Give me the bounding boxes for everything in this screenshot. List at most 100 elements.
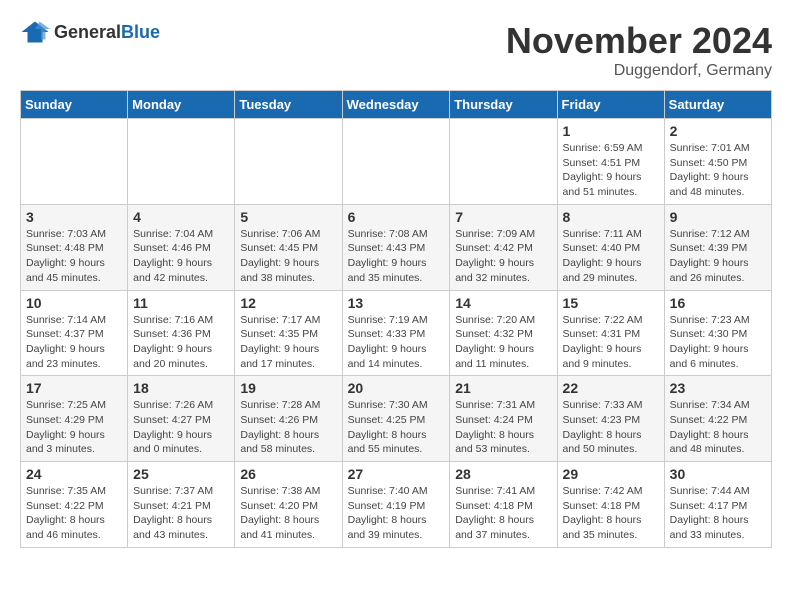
calendar-cell: 8 Sunrise: 7:11 AM Sunset: 4:40 PM Daylig… [557, 204, 664, 290]
day-number: 8 [563, 209, 659, 225]
day-number: 7 [455, 209, 551, 225]
calendar-cell: 24 Sunrise: 7:35 AM Sunset: 4:22 PM Dayli… [21, 462, 128, 548]
day-number: 30 [670, 466, 766, 482]
day-number: 28 [455, 466, 551, 482]
calendar-cell: 13 Sunrise: 7:19 AM Sunset: 4:33 PM Dayli… [342, 290, 450, 376]
day-number: 22 [563, 380, 659, 396]
day-number: 25 [133, 466, 229, 482]
calendar-cell: 10 Sunrise: 7:14 AM Sunset: 4:37 PM Dayli… [21, 290, 128, 376]
calendar-cell: 26 Sunrise: 7:38 AM Sunset: 4:20 PM Dayli… [235, 462, 342, 548]
day-info: Sunrise: 7:23 AM Sunset: 4:30 PM Dayligh… [670, 313, 766, 372]
column-header-sunday: Sunday [21, 91, 128, 119]
day-info: Sunrise: 7:37 AM Sunset: 4:21 PM Dayligh… [133, 484, 229, 543]
calendar-cell: 20Sunrise: 7:30 AM Sunset: 4:25 PM Dayli… [342, 376, 450, 462]
day-info: Sunrise: 7:19 AM Sunset: 4:33 PM Dayligh… [348, 313, 445, 372]
day-info: Sunrise: 7:40 AM Sunset: 4:19 PM Dayligh… [348, 484, 445, 543]
calendar-cell: 16 Sunrise: 7:23 AM Sunset: 4:30 PM Dayli… [664, 290, 771, 376]
day-info: Sunrise: 7:38 AM Sunset: 4:20 PM Dayligh… [240, 484, 336, 543]
calendar-week-5: 24 Sunrise: 7:35 AM Sunset: 4:22 PM Dayli… [21, 462, 772, 548]
day-info: Sunrise: 7:26 AM Sunset: 4:27 PM Dayligh… [133, 398, 229, 457]
title-block: November 2024 Duggendorf, Germany [506, 20, 772, 80]
calendar-week-3: 10 Sunrise: 7:14 AM Sunset: 4:37 PM Dayli… [21, 290, 772, 376]
calendar-week-4: 17 Sunrise: 7:25 AM Sunset: 4:29 PM Dayli… [21, 376, 772, 462]
calendar-cell: 6Sunrise: 7:08 AM Sunset: 4:43 PM Daylig… [342, 204, 450, 290]
day-number: 26 [240, 466, 336, 482]
logo-icon [20, 20, 50, 44]
logo: GeneralBlue [20, 20, 160, 44]
logo-blue: Blue [121, 22, 160, 42]
calendar-cell: 5 Sunrise: 7:06 AM Sunset: 4:45 PM Daylig… [235, 204, 342, 290]
calendar-cell [235, 119, 342, 205]
day-number: 18 [133, 380, 229, 396]
day-number: 20 [348, 380, 445, 396]
day-number: 14 [455, 295, 551, 311]
calendar-cell [342, 119, 450, 205]
logo-text: GeneralBlue [54, 22, 160, 43]
day-number: 17 [26, 380, 122, 396]
calendar-cell: 22 Sunrise: 7:33 AM Sunset: 4:23 PM Dayli… [557, 376, 664, 462]
calendar-cell [21, 119, 128, 205]
calendar-cell: 4Sunrise: 7:04 AM Sunset: 4:46 PM Daylig… [128, 204, 235, 290]
day-info: Sunrise: 7:09 AM Sunset: 4:42 PM Dayligh… [455, 227, 551, 286]
day-info: Sunrise: 7:04 AM Sunset: 4:46 PM Dayligh… [133, 227, 229, 286]
calendar-cell: 21 Sunrise: 7:31 AM Sunset: 4:24 PM Dayli… [450, 376, 557, 462]
calendar-cell: 3 Sunrise: 7:03 AM Sunset: 4:48 PM Daylig… [21, 204, 128, 290]
calendar-cell: 15 Sunrise: 7:22 AM Sunset: 4:31 PM Dayli… [557, 290, 664, 376]
calendar-cell: 18 Sunrise: 7:26 AM Sunset: 4:27 PM Dayli… [128, 376, 235, 462]
day-info: Sunrise: 7:14 AM Sunset: 4:37 PM Dayligh… [26, 313, 122, 372]
day-info: Sunrise: 7:03 AM Sunset: 4:48 PM Dayligh… [26, 227, 122, 286]
day-info: Sunrise: 7:22 AM Sunset: 4:31 PM Dayligh… [563, 313, 659, 372]
day-number: 2 [670, 123, 766, 139]
header-row: SundayMondayTuesdayWednesdayThursdayFrid… [21, 91, 772, 119]
calendar-cell [128, 119, 235, 205]
day-number: 21 [455, 380, 551, 396]
day-info: Sunrise: 7:41 AM Sunset: 4:18 PM Dayligh… [455, 484, 551, 543]
day-number: 10 [26, 295, 122, 311]
calendar-body: 1 Sunrise: 6:59 AM Sunset: 4:51 PM Daylig… [21, 119, 772, 548]
day-number: 27 [348, 466, 445, 482]
column-header-saturday: Saturday [664, 91, 771, 119]
calendar-cell: 19Sunrise: 7:28 AM Sunset: 4:26 PM Dayli… [235, 376, 342, 462]
calendar-cell: 12Sunrise: 7:17 AM Sunset: 4:35 PM Dayli… [235, 290, 342, 376]
day-info: Sunrise: 7:42 AM Sunset: 4:18 PM Dayligh… [563, 484, 659, 543]
day-info: Sunrise: 7:06 AM Sunset: 4:45 PM Dayligh… [240, 227, 336, 286]
day-info: Sunrise: 7:35 AM Sunset: 4:22 PM Dayligh… [26, 484, 122, 543]
calendar-week-2: 3 Sunrise: 7:03 AM Sunset: 4:48 PM Daylig… [21, 204, 772, 290]
day-number: 23 [670, 380, 766, 396]
day-info: Sunrise: 7:33 AM Sunset: 4:23 PM Dayligh… [563, 398, 659, 457]
column-header-wednesday: Wednesday [342, 91, 450, 119]
day-number: 13 [348, 295, 445, 311]
calendar-cell: 1 Sunrise: 6:59 AM Sunset: 4:51 PM Daylig… [557, 119, 664, 205]
day-info: Sunrise: 7:08 AM Sunset: 4:43 PM Dayligh… [348, 227, 445, 286]
day-number: 16 [670, 295, 766, 311]
column-header-friday: Friday [557, 91, 664, 119]
day-info: Sunrise: 7:31 AM Sunset: 4:24 PM Dayligh… [455, 398, 551, 457]
calendar-cell [450, 119, 557, 205]
day-number: 12 [240, 295, 336, 311]
calendar-cell: 14 Sunrise: 7:20 AM Sunset: 4:32 PM Dayli… [450, 290, 557, 376]
day-number: 1 [563, 123, 659, 139]
day-info: Sunrise: 7:25 AM Sunset: 4:29 PM Dayligh… [26, 398, 122, 457]
day-number: 5 [240, 209, 336, 225]
day-number: 15 [563, 295, 659, 311]
day-info: Sunrise: 7:28 AM Sunset: 4:26 PM Dayligh… [240, 398, 336, 457]
day-info: Sunrise: 7:16 AM Sunset: 4:36 PM Dayligh… [133, 313, 229, 372]
calendar-cell: 11 Sunrise: 7:16 AM Sunset: 4:36 PM Dayli… [128, 290, 235, 376]
day-info: Sunrise: 7:11 AM Sunset: 4:40 PM Dayligh… [563, 227, 659, 286]
day-info: Sunrise: 7:20 AM Sunset: 4:32 PM Dayligh… [455, 313, 551, 372]
day-number: 9 [670, 209, 766, 225]
day-number: 29 [563, 466, 659, 482]
day-number: 11 [133, 295, 229, 311]
day-info: Sunrise: 7:44 AM Sunset: 4:17 PM Dayligh… [670, 484, 766, 543]
day-info: Sunrise: 7:34 AM Sunset: 4:22 PM Dayligh… [670, 398, 766, 457]
day-number: 24 [26, 466, 122, 482]
day-info: Sunrise: 7:01 AM Sunset: 4:50 PM Dayligh… [670, 141, 766, 200]
column-header-thursday: Thursday [450, 91, 557, 119]
day-number: 3 [26, 209, 122, 225]
calendar-cell: 7 Sunrise: 7:09 AM Sunset: 4:42 PM Daylig… [450, 204, 557, 290]
calendar-cell: 9Sunrise: 7:12 AM Sunset: 4:39 PM Daylig… [664, 204, 771, 290]
page-title: November 2024 [506, 20, 772, 62]
day-info: Sunrise: 6:59 AM Sunset: 4:51 PM Dayligh… [563, 141, 659, 200]
calendar-cell: 25 Sunrise: 7:37 AM Sunset: 4:21 PM Dayli… [128, 462, 235, 548]
column-header-monday: Monday [128, 91, 235, 119]
